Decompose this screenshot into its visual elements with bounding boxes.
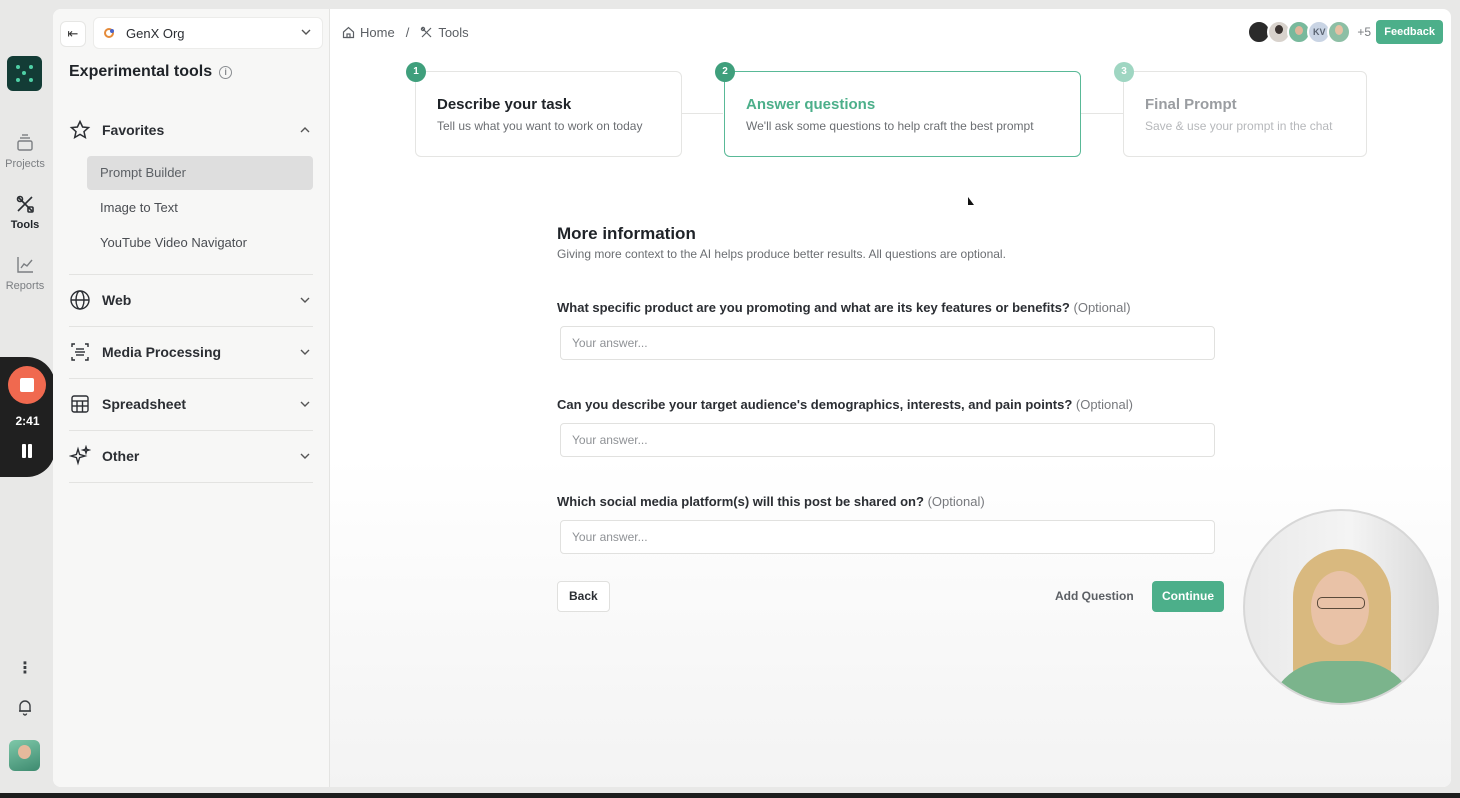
question-text: What specific product are you promoting … bbox=[557, 300, 1070, 315]
step-final-prompt[interactable]: 3 Final Prompt Save & use your prompt in… bbox=[1114, 62, 1367, 157]
question-text: Can you describe your target audience's … bbox=[557, 397, 1073, 412]
org-name: GenX Org bbox=[126, 25, 185, 41]
section-spreadsheet-label: Spreadsheet bbox=[102, 396, 187, 412]
chevron-down-icon bbox=[300, 349, 310, 355]
step-connector bbox=[681, 113, 723, 114]
tools-icon bbox=[421, 26, 432, 38]
avatar bbox=[1327, 20, 1352, 44]
step-connector bbox=[1081, 113, 1123, 114]
chevron-down-icon bbox=[300, 453, 310, 459]
panel-title-text: Experimental tools bbox=[69, 63, 213, 80]
rail-reports-label: Reports bbox=[5, 280, 45, 292]
section-media-processing[interactable]: Media Processing bbox=[69, 330, 313, 374]
tools-panel: ⇤ GenX Org Experimental tools i Favorite… bbox=[53, 9, 330, 787]
question-text: Which social media platform(s) will this… bbox=[557, 494, 924, 509]
tool-youtube-video-navigator[interactable]: YouTube Video Navigator bbox=[87, 226, 313, 260]
step-number: 1 bbox=[406, 62, 426, 82]
webcam-overlay bbox=[1243, 509, 1439, 705]
continue-button[interactable]: Continue bbox=[1152, 581, 1224, 612]
section-web-label: Web bbox=[102, 292, 132, 308]
screen: Projects Tools Reports ⋮ 2:41 ⇤ GenX Org… bbox=[0, 0, 1460, 793]
more-vertical-icon[interactable]: ⋮ bbox=[0, 658, 50, 678]
tool-image-to-text[interactable]: Image to Text bbox=[87, 191, 313, 225]
rail-projects[interactable]: Projects bbox=[0, 132, 50, 170]
step-number: 2 bbox=[715, 62, 735, 82]
media-processing-icon bbox=[71, 343, 89, 361]
breadcrumb-home[interactable]: Home bbox=[360, 25, 395, 40]
step-title: Describe your task bbox=[437, 96, 572, 113]
tool-prompt-builder[interactable]: Prompt Builder bbox=[87, 156, 313, 190]
chevron-up-icon bbox=[300, 127, 310, 133]
chevron-down-icon bbox=[300, 297, 310, 303]
notifications-icon[interactable] bbox=[0, 698, 50, 721]
back-button[interactable]: Back bbox=[557, 581, 610, 612]
breadcrumb-tools[interactable]: Tools bbox=[438, 25, 468, 40]
app-logo[interactable] bbox=[7, 56, 42, 91]
question-1: What specific product are you promoting … bbox=[557, 300, 1131, 315]
home-icon bbox=[342, 26, 355, 39]
section-other-label: Other bbox=[102, 448, 140, 464]
section-favorites-label: Favorites bbox=[102, 122, 165, 138]
star-icon bbox=[69, 119, 91, 140]
rail-tools[interactable]: Tools bbox=[0, 193, 50, 231]
chevron-down-icon bbox=[300, 26, 312, 41]
optional-tag: (Optional) bbox=[1075, 397, 1133, 412]
collaborator-avatars[interactable]: KV +5 bbox=[1247, 20, 1371, 44]
recording-time: 2:41 bbox=[15, 414, 40, 428]
panel-title: Experimental tools i bbox=[69, 63, 233, 81]
form-title: More information bbox=[557, 224, 696, 243]
collapse-panel-button[interactable]: ⇤ bbox=[60, 21, 86, 47]
feedback-button[interactable]: Feedback bbox=[1376, 20, 1443, 44]
divider bbox=[69, 430, 313, 431]
pause-icon[interactable] bbox=[20, 444, 34, 458]
answer-input-2[interactable] bbox=[560, 423, 1215, 457]
org-selector[interactable]: GenX Org bbox=[93, 17, 323, 49]
rail-reports[interactable]: Reports bbox=[0, 254, 50, 292]
section-other[interactable]: Other bbox=[69, 434, 313, 478]
step-title: Answer questions bbox=[746, 96, 876, 113]
section-media-label: Media Processing bbox=[102, 344, 222, 360]
step-describe-task[interactable]: 1 Describe your task Tell us what you wa… bbox=[406, 62, 682, 157]
step-answer-questions[interactable]: 2 Answer questions We'll ask some questi… bbox=[715, 62, 1081, 157]
optional-tag: (Optional) bbox=[927, 494, 985, 509]
question-3: Which social media platform(s) will this… bbox=[557, 494, 985, 509]
form-subtitle: Giving more context to the AI helps prod… bbox=[557, 247, 1006, 261]
info-icon[interactable]: i bbox=[219, 65, 233, 79]
step-description: We'll ask some questions to help craft t… bbox=[746, 119, 1034, 133]
question-2: Can you describe your target audience's … bbox=[557, 397, 1133, 412]
section-spreadsheet[interactable]: Spreadsheet bbox=[69, 382, 313, 426]
section-web[interactable]: Web bbox=[69, 278, 313, 322]
divider bbox=[69, 326, 313, 327]
step-description: Tell us what you want to work on today bbox=[437, 119, 643, 133]
divider bbox=[69, 482, 313, 483]
divider bbox=[69, 378, 313, 379]
add-question-button[interactable]: Add Question bbox=[1055, 581, 1134, 612]
step-number: 3 bbox=[1114, 62, 1134, 82]
step-description: Save & use your prompt in the chat bbox=[1145, 119, 1333, 133]
chevron-down-icon bbox=[300, 401, 310, 407]
optional-tag: (Optional) bbox=[1073, 300, 1131, 315]
answer-input-1[interactable] bbox=[560, 326, 1215, 360]
spreadsheet-icon bbox=[71, 395, 89, 413]
step-title: Final Prompt bbox=[1145, 96, 1237, 113]
section-favorites[interactable]: Favorites bbox=[69, 108, 313, 152]
reports-icon bbox=[17, 257, 33, 273]
projects-icon bbox=[17, 134, 33, 151]
sparkles-icon bbox=[69, 445, 91, 466]
tools-icon bbox=[16, 195, 34, 213]
recording-widget: 2:41 bbox=[0, 357, 55, 477]
rail-tools-label: Tools bbox=[10, 219, 40, 231]
app-frame: ⇤ GenX Org Experimental tools i Favorite… bbox=[53, 9, 1451, 787]
org-logo-icon bbox=[104, 27, 116, 39]
stop-recording-button[interactable] bbox=[8, 366, 46, 404]
more-collaborators-count: +5 bbox=[1357, 25, 1371, 39]
mouse-cursor-icon bbox=[968, 197, 974, 205]
breadcrumb: Home / Tools bbox=[342, 25, 469, 40]
globe-icon bbox=[70, 290, 90, 310]
breadcrumb-separator: / bbox=[405, 25, 410, 40]
divider bbox=[69, 274, 313, 275]
rail-projects-label: Projects bbox=[5, 158, 45, 170]
answer-input-3[interactable] bbox=[560, 520, 1215, 554]
user-avatar[interactable] bbox=[9, 740, 40, 771]
